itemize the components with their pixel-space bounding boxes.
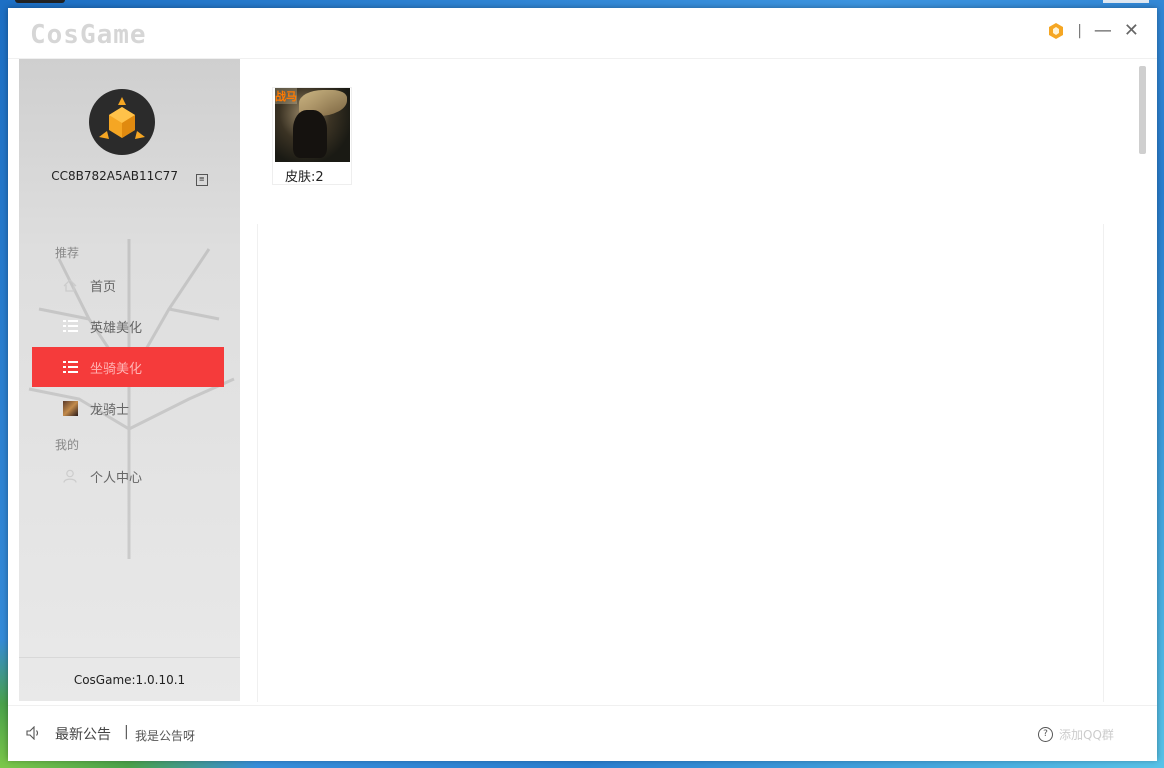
help-icon: ? [1038, 727, 1053, 742]
join-qq-group-button[interactable]: ? 添加QQ群 [1038, 726, 1114, 743]
user-icon [62, 468, 78, 484]
home-icon [62, 277, 78, 293]
notice-separator: | [124, 724, 129, 740]
dragon-knight-thumbnail-icon [62, 400, 78, 416]
cube-logo-icon [99, 97, 145, 139]
notice-text: 我是公告呀 [135, 729, 196, 743]
close-button[interactable]: ✕ [1124, 22, 1139, 40]
sidebar-item-profile[interactable]: 个人中心 [32, 456, 224, 496]
section-recommend: 推荐 [55, 246, 80, 260]
version-label: CosGame:1.0.10.1 [19, 657, 240, 701]
app-window: CosGame | — ✕ CC8B782A5AB11C77 ≡ 推荐 首页 英… [8, 8, 1157, 761]
sidebar-item-label: 龙骑士 [90, 402, 130, 418]
content-panel [257, 224, 1104, 702]
desktop-tab [1103, 0, 1149, 3]
sidebar: CC8B782A5AB11C77 ≡ 推荐 首页 英雄美化 坐骑美化 龙骑士 我… [19, 59, 240, 701]
sidebar-item-label: 首页 [90, 279, 117, 295]
app-logo: CosGame [30, 20, 147, 50]
sidebar-item-home[interactable]: 首页 [32, 265, 224, 305]
scrollbar[interactable] [1139, 66, 1146, 154]
card-tag: 战马 [275, 88, 297, 104]
minimize-button[interactable]: — [1094, 22, 1112, 40]
notice-title: 最新公告 [55, 727, 111, 743]
skin-card[interactable]: 战马 皮肤:2 [272, 87, 352, 185]
badge-icon[interactable] [1047, 22, 1065, 40]
list-icon [62, 359, 78, 375]
copy-icon[interactable]: ≡ [195, 174, 208, 186]
speaker-icon [26, 726, 39, 740]
title-bar: CosGame | — ✕ [8, 8, 1157, 59]
sidebar-item-mount-skins[interactable]: 坐骑美化 [32, 347, 224, 387]
list-icon [62, 318, 78, 334]
section-mine: 我的 [55, 438, 80, 452]
window-controls: | — ✕ [1047, 22, 1139, 40]
user-info: CC8B782A5AB11C77 ≡ [19, 169, 240, 186]
sidebar-item-label: 个人中心 [90, 470, 143, 486]
desktop-tab [15, 0, 65, 3]
card-label: 皮肤:2 [285, 170, 324, 185]
main-content: 战马 皮肤:2 [240, 59, 1157, 702]
sidebar-item-dragon-knight[interactable]: 龙骑士 [32, 388, 224, 428]
sidebar-item-label: 坐骑美化 [90, 361, 143, 377]
sidebar-item-label: 英雄美化 [90, 320, 143, 336]
title-separator: | [1077, 23, 1082, 39]
bottom-bar: 最新公告 | 我是公告呀 ? 添加QQ群 [8, 705, 1157, 761]
sidebar-item-hero-skins[interactable]: 英雄美化 [32, 306, 224, 346]
user-id: CC8B782A5AB11C77 [51, 169, 178, 183]
avatar[interactable] [89, 89, 155, 155]
help-label: 添加QQ群 [1059, 728, 1114, 742]
